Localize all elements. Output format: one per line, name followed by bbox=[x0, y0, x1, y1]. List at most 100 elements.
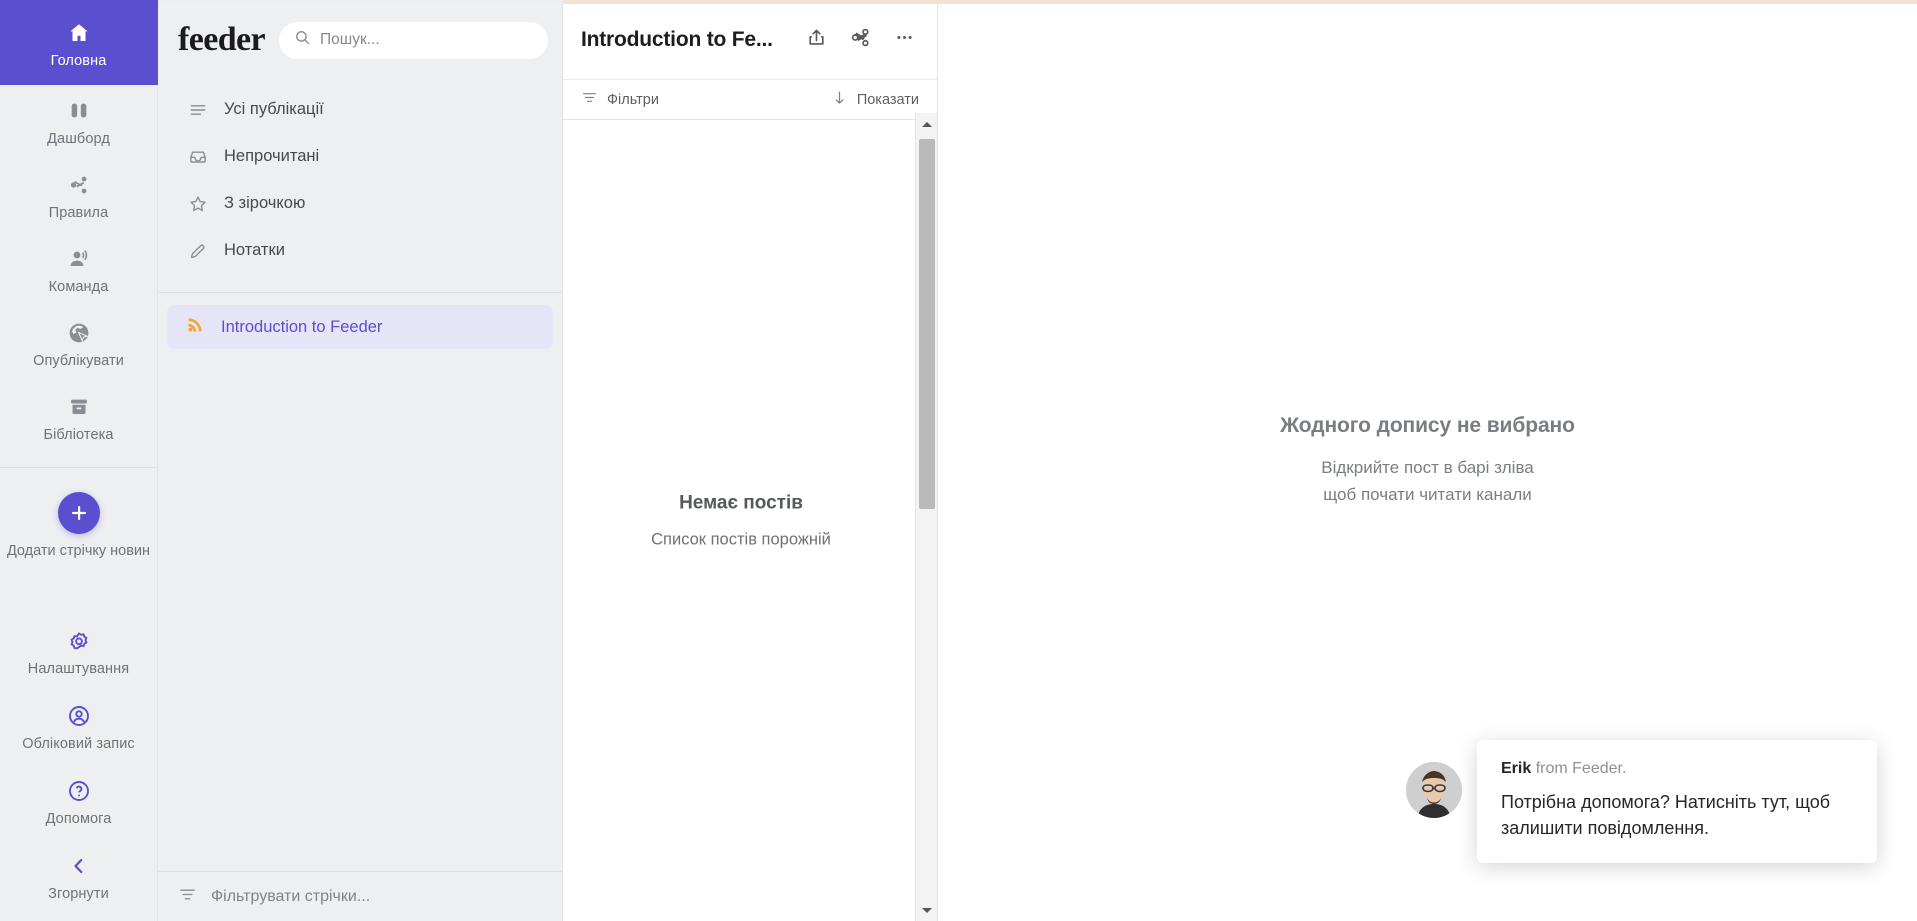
nav-item-starred[interactable]: З зірочкою bbox=[167, 180, 553, 227]
avatar[interactable] bbox=[1406, 761, 1462, 818]
rss-icon bbox=[186, 315, 205, 339]
home-icon bbox=[66, 20, 92, 46]
rail-item-publish-label: Опублікувати bbox=[33, 353, 124, 369]
rail-item-library[interactable]: Бібліотека bbox=[0, 381, 158, 455]
posts-header: Introduction to Fe... bbox=[563, 0, 937, 80]
more-dots-icon bbox=[894, 27, 915, 53]
rail-item-collapse[interactable]: Згорнути bbox=[0, 836, 158, 911]
rail-item-help-label: Допомога bbox=[45, 811, 112, 827]
caret-up-icon bbox=[922, 121, 932, 127]
chat-bubble[interactable]: Erik from Feeder. Потрібна допомога? Нат… bbox=[1477, 739, 1877, 863]
more-options-button[interactable] bbox=[885, 21, 923, 59]
sort-label: Показати bbox=[856, 91, 919, 108]
feeds-divider bbox=[158, 292, 562, 293]
add-feed-label: Додати стрічку новин bbox=[6, 543, 151, 559]
gear-icon bbox=[66, 628, 92, 654]
rail-item-settings[interactable]: Налаштування bbox=[0, 611, 158, 686]
rail-item-account-label: Обліковий запис bbox=[22, 736, 135, 752]
rail-item-dashboard[interactable]: Дашборд bbox=[0, 85, 158, 159]
search-input[interactable] bbox=[320, 31, 533, 49]
rail-item-rules[interactable]: Правила bbox=[0, 159, 158, 233]
scroll-up-button[interactable] bbox=[916, 113, 938, 135]
filter-icon bbox=[581, 89, 598, 111]
scroll-down-button[interactable] bbox=[916, 899, 938, 921]
list-icon bbox=[187, 100, 209, 120]
rail-item-home[interactable]: Головна bbox=[0, 0, 158, 85]
nav-item-starred-label: З зірочкою bbox=[224, 194, 306, 212]
feeds-header: feeder bbox=[158, 0, 562, 80]
chat-sender-org: from Feeder. bbox=[1531, 759, 1627, 777]
dashboard-icon bbox=[66, 98, 92, 124]
share-icon bbox=[850, 27, 871, 53]
rail-item-help[interactable]: Допомога bbox=[0, 761, 158, 836]
chevron-left-icon bbox=[66, 853, 92, 879]
search-icon bbox=[294, 29, 311, 51]
nav-item-unread[interactable]: Непрочитані bbox=[167, 133, 553, 180]
filter-icon bbox=[178, 885, 197, 909]
reader-panel: Жодного допису не вибрано Відкрийте пост… bbox=[938, 0, 1917, 921]
sort-button[interactable]: Показати bbox=[831, 89, 919, 111]
filters-label: Фільтри bbox=[607, 91, 659, 108]
rail-item-account[interactable]: Обліковий запис bbox=[0, 686, 158, 761]
plus-icon bbox=[57, 492, 100, 534]
rail-item-team[interactable]: Команда bbox=[0, 233, 158, 307]
scrollbar-thumb[interactable] bbox=[919, 139, 935, 509]
share-icon bbox=[66, 172, 92, 198]
agent-avatar-image bbox=[1406, 761, 1462, 818]
nav-item-all-posts[interactable]: Усі публікації bbox=[167, 86, 553, 133]
posts-empty-state: Немає постів Список постів порожній bbox=[563, 492, 919, 549]
star-icon bbox=[187, 194, 209, 214]
chat-sender-line: Erik from Feeder. bbox=[1501, 760, 1853, 778]
rail-item-dashboard-label: Дашборд bbox=[47, 131, 110, 147]
chat-sender-name: Erik bbox=[1501, 759, 1532, 777]
feeds-panel: feeder Усі публікації Непрочитані bbox=[158, 0, 563, 921]
nav-item-all-posts-label: Усі публікації bbox=[224, 100, 324, 118]
arrow-down-icon bbox=[831, 89, 848, 111]
chat-widget[interactable]: Erik from Feeder. Потрібна допомога? Нат… bbox=[1406, 739, 1877, 863]
help-icon bbox=[66, 778, 92, 804]
rail-item-settings-label: Налаштування bbox=[27, 661, 130, 677]
feed-item-label: Introduction to Feeder bbox=[221, 317, 383, 336]
feed-nav-list: Усі публікації Непрочитані З зірочкою Но… bbox=[158, 80, 562, 274]
share-button[interactable] bbox=[841, 21, 879, 59]
feed-item-introduction-to-feeder[interactable]: Introduction to Feeder bbox=[167, 305, 553, 349]
filters-button[interactable]: Фільтри bbox=[581, 89, 659, 111]
nav-item-unread-label: Непрочитані bbox=[224, 147, 320, 165]
brand-logo: feeder bbox=[178, 21, 266, 58]
posts-list-body: Немає постів Список постів порожній bbox=[563, 120, 937, 921]
rail-item-rules-label: Правила bbox=[48, 205, 109, 221]
feeds-filter-placeholder: Фільтрувати стрічки... bbox=[211, 887, 371, 905]
rail-item-collapse-label: Згорнути bbox=[48, 886, 109, 902]
team-icon bbox=[66, 246, 92, 272]
primary-nav-rail: Головна Дашборд Правила Команда Опубліку bbox=[0, 0, 158, 921]
search-box[interactable] bbox=[279, 21, 548, 59]
posts-scrollbar[interactable] bbox=[915, 113, 937, 921]
posts-empty-title: Немає постів bbox=[679, 492, 803, 513]
reader-empty-line1: Відкрийте пост в барі зліва bbox=[1321, 457, 1534, 477]
library-icon bbox=[66, 394, 92, 420]
caret-down-icon bbox=[922, 907, 932, 913]
rail-item-publish[interactable]: Опублікувати bbox=[0, 307, 158, 381]
reader-empty-state: Жодного допису не вибрано Відкрийте пост… bbox=[938, 413, 1917, 507]
nav-item-notes[interactable]: Нотатки bbox=[167, 227, 553, 274]
reader-empty-line2: щоб почати читати канали bbox=[1323, 484, 1532, 504]
nav-item-notes-label: Нотатки bbox=[224, 241, 285, 259]
upload-icon bbox=[806, 27, 827, 53]
rail-item-library-label: Бібліотека bbox=[43, 427, 114, 443]
app-root: Головна Дашборд Правила Команда Опубліку bbox=[0, 0, 1917, 921]
rail-bottom-group: Налаштування Обліковий запис Допомога Зг… bbox=[0, 611, 158, 921]
share-export-button[interactable] bbox=[797, 21, 835, 59]
rail-item-team-label: Команда bbox=[48, 279, 109, 295]
add-feed-button[interactable]: Додати стрічку новин bbox=[0, 468, 158, 569]
chat-message: Потрібна допомога? Натисніть тут, щоб за… bbox=[1501, 791, 1831, 838]
feeds-filter-bar[interactable]: Фільтрувати стрічки... bbox=[158, 871, 562, 921]
account-icon bbox=[66, 703, 92, 729]
posts-empty-subtitle: Список постів порожній bbox=[651, 530, 831, 548]
reader-empty-title: Жодного допису не вибрано bbox=[1280, 413, 1575, 437]
posts-panel: Introduction to Fe... Фільтри Показати Н… bbox=[563, 0, 938, 921]
publish-icon bbox=[66, 320, 92, 346]
pencil-icon bbox=[187, 241, 209, 261]
page-title: Introduction to Fe... bbox=[581, 27, 773, 51]
rail-item-home-label: Головна bbox=[50, 53, 107, 69]
posts-filter-bar: Фільтри Показати bbox=[563, 80, 937, 120]
